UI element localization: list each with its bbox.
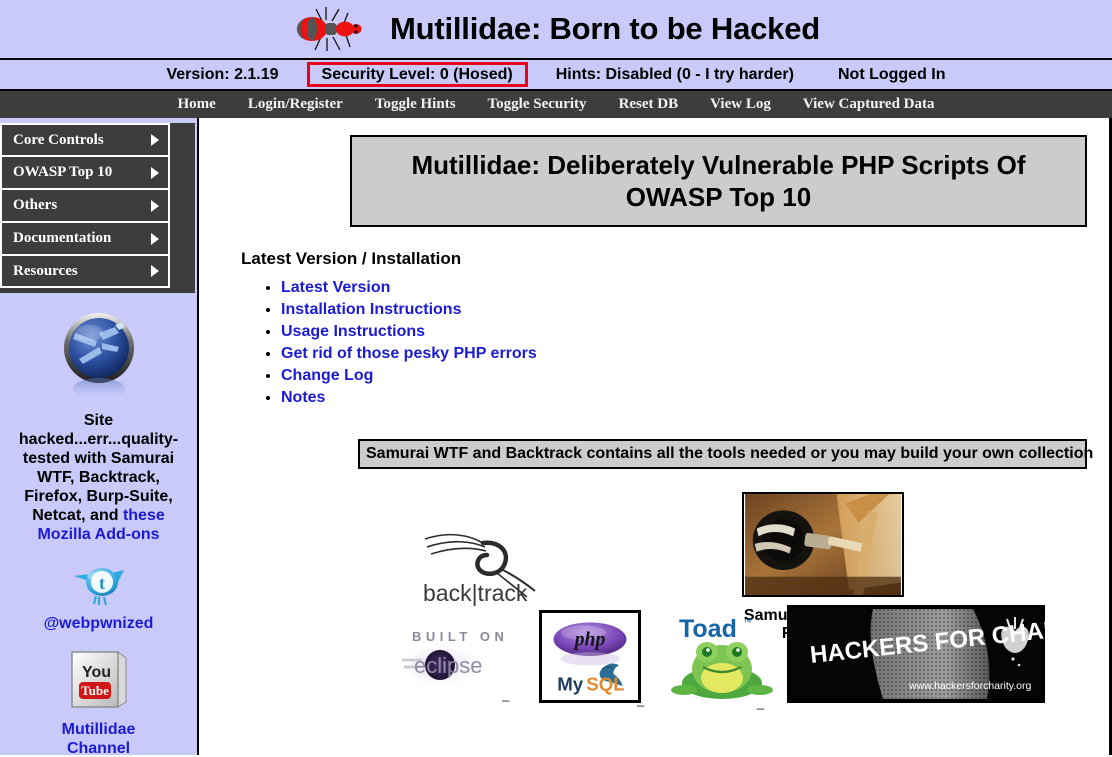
promo-line-4: WTF, Backtrack, bbox=[37, 469, 160, 486]
backtrack-logo-cell[interactable]: back|track bbox=[397, 513, 557, 613]
login-status-label: Not Logged In bbox=[837, 65, 946, 83]
sidebar-item-owasp-top-10[interactable]: OWASP Top 10 bbox=[0, 156, 170, 189]
version-label: Version: 2.1.19 bbox=[166, 65, 279, 83]
mysql-my: My bbox=[557, 674, 584, 695]
sidebar-item-label: Core Controls bbox=[13, 131, 104, 148]
chevron-right-icon bbox=[151, 199, 159, 212]
mozilla-addons-link[interactable]: Mozilla Add-ons bbox=[37, 526, 159, 543]
samurai-sword-photo bbox=[742, 492, 904, 597]
page-title-box: Mutillidae: Deliberately Vulnerable PHP … bbox=[350, 135, 1087, 227]
promo-line-6: Netcat, and bbox=[32, 507, 123, 524]
nav-item-reset-db[interactable]: Reset DB bbox=[603, 96, 695, 113]
sidebar-menu: Core Controls OWASP Top 10 Others Docume… bbox=[0, 123, 195, 293]
php-wordmark: php bbox=[573, 629, 606, 651]
svg-text:You: You bbox=[82, 664, 111, 681]
main-nav: Home Login/Register Toggle Hints Toggle … bbox=[0, 91, 1112, 118]
youtube-block: You Tube Mutillidae Channel bbox=[2, 649, 195, 755]
promo-line-1: Site bbox=[83, 412, 114, 429]
list-item: Change Log bbox=[281, 367, 1109, 385]
php-mysql-logo-cell[interactable]: php My SQL _ bbox=[539, 610, 645, 708]
logo-area: back|track Samurai BUILT ON eclipse _ ph… bbox=[199, 469, 1109, 739]
link-php-errors[interactable]: Get rid of those pesky PHP errors bbox=[281, 345, 537, 362]
hints-status-label: Hints: Disabled (0 - I try harder) bbox=[555, 65, 794, 83]
sidebar: Core Controls OWASP Top 10 Others Docume… bbox=[0, 118, 199, 755]
chevron-right-icon bbox=[151, 232, 159, 245]
toad-trademark: ™ bbox=[743, 617, 752, 627]
velvet-ant-icon bbox=[296, 7, 362, 51]
nav-item-login-register[interactable]: Login/Register bbox=[232, 96, 359, 113]
status-bar: Version: 2.1.19 Security Level: 0 (Hosed… bbox=[0, 60, 1112, 91]
promo-line-2: hacked...err...quality- bbox=[18, 431, 179, 448]
backtrack-logo-icon: back|track bbox=[423, 533, 536, 606]
nav-item-view-log[interactable]: View Log bbox=[694, 96, 787, 113]
link-installation-instructions[interactable]: Installation Instructions bbox=[281, 301, 461, 318]
eclipse-logo-icon: BUILT ON eclipse bbox=[392, 629, 508, 689]
php-mysql-logo-icon: php My SQL bbox=[539, 610, 641, 703]
tools-banner: Samurai WTF and Backtrack contains all t… bbox=[358, 439, 1093, 469]
sidebar-item-core-controls[interactable]: Core Controls bbox=[0, 123, 170, 156]
samurai-wtf-orb-icon bbox=[63, 313, 134, 400]
resource-link-list: Latest Version Installation Instructions… bbox=[199, 279, 1109, 407]
eclipse-wordmark: eclipse bbox=[414, 653, 482, 678]
twitter-block: t @webpwnized bbox=[2, 562, 195, 633]
toad-logo-cell[interactable]: Toad ™ _ bbox=[667, 611, 777, 710]
mutillidae-page: Mutillidae: Born to be Hacked Version: 2… bbox=[0, 0, 1112, 757]
youtube-channel-link[interactable]: Mutillidae Channel bbox=[2, 720, 195, 755]
list-item: Latest Version bbox=[281, 279, 1109, 297]
sidebar-item-others[interactable]: Others bbox=[0, 189, 170, 222]
link-usage-instructions[interactable]: Usage Instructions bbox=[281, 323, 425, 340]
svg-text:Tube: Tube bbox=[81, 683, 109, 698]
main-content: Mutillidae: Deliberately Vulnerable PHP … bbox=[199, 118, 1112, 755]
sidebar-item-label: OWASP Top 10 bbox=[13, 164, 113, 180]
sidebar-item-resources[interactable]: Resources bbox=[0, 255, 170, 288]
youtube-channel-line-1: Mutillidae bbox=[61, 721, 136, 738]
sidebar-promo: Site hacked...err...quality- tested with… bbox=[0, 311, 197, 755]
nav-item-toggle-hints[interactable]: Toggle Hints bbox=[359, 96, 472, 113]
mozilla-addons-link-these[interactable]: these bbox=[123, 507, 165, 524]
hackers-for-charity-banner: HACKERS FOR CHARITY www.hackersforcharit… bbox=[787, 605, 1099, 703]
security-level-badge[interactable]: Security Level: 0 (Hosed) bbox=[306, 62, 528, 87]
section-heading: Latest Version / Installation bbox=[241, 249, 462, 268]
php-trailing-dash: _ bbox=[637, 692, 645, 707]
toad-wordmark: Toad bbox=[679, 615, 737, 643]
chevron-right-icon bbox=[151, 265, 159, 277]
list-item: Installation Instructions bbox=[281, 301, 1109, 319]
promo-text-block: Site hacked...err...quality- tested with… bbox=[2, 405, 195, 544]
toad-trailing-dash: _ bbox=[757, 695, 765, 710]
nav-item-toggle-security[interactable]: Toggle Security bbox=[472, 96, 603, 113]
eclipse-tagline: BUILT ON bbox=[412, 629, 508, 644]
twitter-bird-icon[interactable]: t bbox=[68, 562, 130, 608]
page-title: Mutillidae: Deliberately Vulnerable PHP … bbox=[411, 150, 1026, 212]
chevron-right-icon bbox=[151, 166, 159, 179]
sidebar-item-documentation[interactable]: Documentation bbox=[0, 222, 170, 255]
sidebar-item-label: Resources bbox=[13, 262, 78, 279]
sidebar-item-label: Documentation bbox=[13, 230, 112, 246]
nav-item-home[interactable]: Home bbox=[161, 96, 231, 113]
list-item: Get rid of those pesky PHP errors bbox=[281, 345, 1109, 363]
hackers-for-charity-cell[interactable]: HACKERS FOR CHARITY www.hackersforcharit… bbox=[787, 605, 1099, 708]
link-change-log[interactable]: Change Log bbox=[281, 367, 373, 384]
list-item: Notes bbox=[281, 389, 1109, 407]
hfc-url: www.hackersforcharity.org bbox=[908, 680, 1032, 692]
eclipse-trailing-dash: _ bbox=[502, 687, 510, 702]
backtrack-wordmark: back|track bbox=[423, 580, 528, 606]
promo-line-5: Firefox, Burp-Suite, bbox=[24, 488, 173, 505]
youtube-icon[interactable]: You Tube bbox=[64, 649, 134, 711]
banner-title: Mutillidae: Born to be Hacked bbox=[390, 11, 820, 46]
promo-line-3: tested with Samurai bbox=[22, 450, 175, 467]
link-notes[interactable]: Notes bbox=[281, 389, 325, 406]
body-wrapper: Core Controls OWASP Top 10 Others Docume… bbox=[0, 118, 1112, 755]
sidebar-item-label: Others bbox=[13, 197, 58, 213]
chevron-right-icon bbox=[151, 134, 159, 146]
mysql-sql: SQL bbox=[586, 674, 624, 695]
youtube-channel-line-2: Channel bbox=[66, 740, 131, 755]
list-item: Usage Instructions bbox=[281, 323, 1109, 341]
eclipse-logo-cell[interactable]: BUILT ON eclipse _ bbox=[392, 617, 544, 702]
toad-logo-icon: Toad ™ bbox=[671, 615, 773, 699]
twitter-handle-link[interactable]: @webpwnized bbox=[2, 615, 195, 633]
nav-item-view-captured-data[interactable]: View Captured Data bbox=[787, 96, 951, 113]
link-latest-version[interactable]: Latest Version bbox=[281, 279, 390, 296]
site-banner: Mutillidae: Born to be Hacked bbox=[0, 0, 1112, 60]
